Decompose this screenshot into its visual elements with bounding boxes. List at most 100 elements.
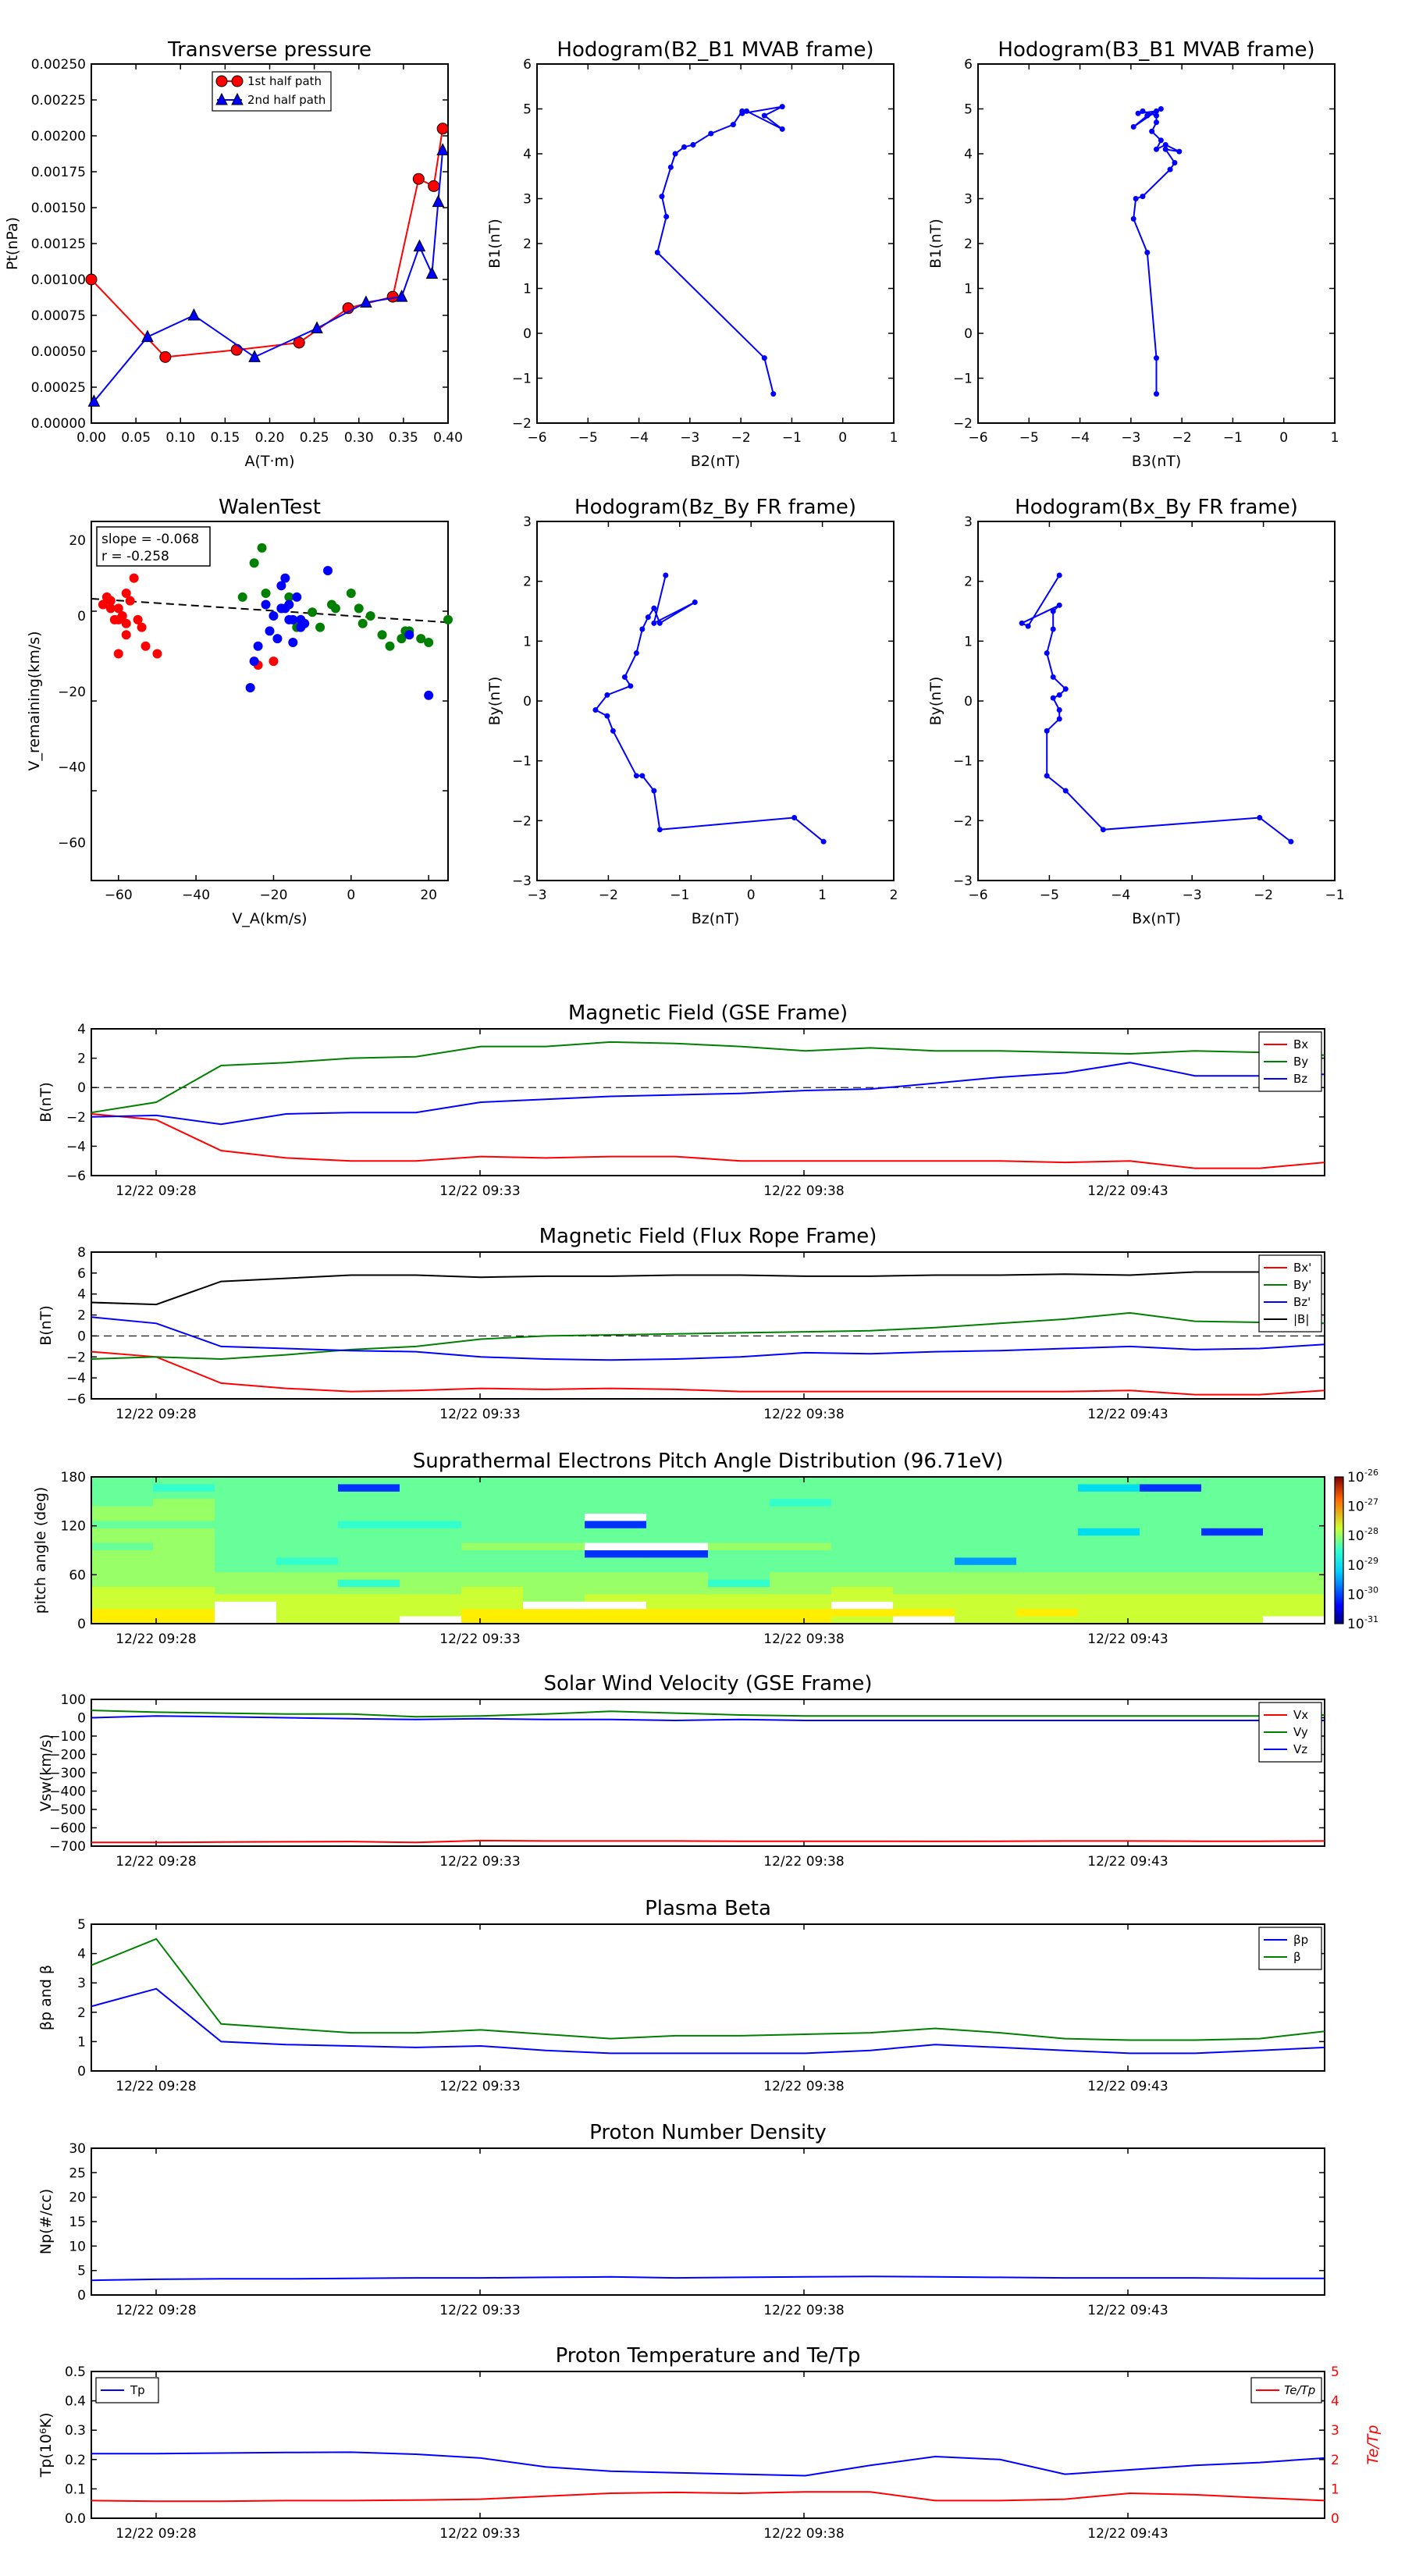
- walen-point-blue: [261, 600, 271, 610]
- walen-point-red: [125, 596, 135, 606]
- beta-panel-frame: [91, 1923, 1325, 2072]
- pad-cell: [831, 1601, 894, 1610]
- bgse-title: Magnetic Field (GSE Frame): [568, 1002, 848, 1025]
- h2-point: [1144, 112, 1151, 119]
- np-xtick-label: 12/22 09:43: [1087, 2303, 1168, 2318]
- pad-cell: [1263, 1542, 1325, 1551]
- h4-panel: Hodogram(Bx_By FR frame) −3 −2 −1 0 1 2 3 −6 −5 −4…: [927, 496, 1345, 927]
- pad-cell: [893, 1579, 955, 1588]
- pad-cell: [708, 1587, 770, 1595]
- vsw-ytick-label: 0: [77, 1711, 86, 1727]
- pad-xtick-label: 12/22 09:38: [763, 1631, 844, 1647]
- vsw-ytick-label: 100: [61, 1692, 86, 1708]
- beta-xtick-label: 12/22 09:43: [1087, 2079, 1168, 2094]
- bfr-legend-label: By': [1293, 1278, 1311, 1292]
- pad-cell: [461, 1535, 524, 1544]
- np-ytick-label: 30: [69, 2141, 86, 2157]
- vsw-xtick-label: 12/22 09:33: [439, 1854, 520, 1870]
- pad-cell: [585, 1499, 647, 1507]
- pad-cell: [400, 1550, 462, 1558]
- bgse-ytick-label: −2: [66, 1110, 86, 1126]
- pad-cell: [1078, 1484, 1140, 1493]
- pad-cell: [400, 1594, 462, 1603]
- bfr-ytick-label: 8: [77, 1245, 86, 1261]
- h2-point: [1154, 119, 1159, 126]
- h1-point: [663, 214, 670, 219]
- tp-left-legend-label: Tp: [130, 2383, 145, 2397]
- tp-xtick-label: 12/22 09:33: [439, 2526, 520, 2542]
- bfr-ytick-label: −2: [66, 1350, 86, 1365]
- pad-cell: [893, 1491, 955, 1500]
- h1-xtick-label: 1: [890, 430, 898, 446]
- pad-colorbar-label: 10: [1347, 1617, 1364, 1632]
- h3-point: [651, 788, 657, 794]
- walen-point-green: [346, 589, 356, 598]
- pad-cell: [523, 1550, 585, 1558]
- pad-cell: [1140, 1514, 1202, 1521]
- vsw-panel-frame: [91, 1699, 1325, 1847]
- pad-cell: [831, 1609, 894, 1617]
- pad-cell: [646, 1542, 709, 1551]
- pad-cell: [461, 1542, 524, 1551]
- pad-cell: [1016, 1535, 1079, 1544]
- pad-cell: [1078, 1491, 1140, 1500]
- pad-cell: [153, 1521, 215, 1529]
- h1-xtick-label: −6: [527, 430, 546, 446]
- pad-cell: [955, 1609, 1017, 1617]
- pad-cell: [338, 1564, 400, 1573]
- pad-cell: [1140, 1594, 1202, 1603]
- pad-cell: [338, 1542, 400, 1551]
- pad-cell: [276, 1594, 339, 1603]
- pad-cell: [955, 1594, 1017, 1603]
- pad-cell: [1201, 1557, 1264, 1566]
- h1-xtick-label: −5: [578, 430, 598, 446]
- pad-cell: [153, 1587, 215, 1595]
- pad-cell: [955, 1572, 1017, 1581]
- pad-cell: [1140, 1579, 1202, 1588]
- pad-cell: [770, 1491, 832, 1500]
- h3-point: [633, 650, 639, 656]
- pad-colorbar-label: 10: [1347, 1470, 1364, 1485]
- walen-panel: WalenTest −60 −40 −20 0 20 −60 −40 −20 0 20 V_A(km/…: [26, 496, 453, 927]
- bfr-ytick-label: 4: [77, 1287, 86, 1303]
- pad-cell: [893, 1557, 955, 1566]
- bgse-ylabel: B(nT): [37, 1082, 55, 1123]
- pad-cell: [955, 1542, 1017, 1551]
- pad-cell: [708, 1601, 770, 1610]
- pad-cell: [955, 1491, 1017, 1500]
- vsw-ytick-label: −500: [49, 1802, 86, 1818]
- walen-ytick-label: −20: [58, 685, 86, 700]
- pad-cell: [276, 1506, 339, 1514]
- tp-right-tick-label: 3: [1331, 2423, 1339, 2439]
- pad-cell: [153, 1491, 215, 1500]
- pad-cell: [400, 1514, 462, 1521]
- h2-point: [1154, 391, 1159, 397]
- pad-cell: [91, 1609, 154, 1617]
- tp-ytick-label: 0.2: [65, 2453, 86, 2468]
- h2-point: [1133, 196, 1139, 201]
- walen-xtick-label: 0: [347, 888, 355, 903]
- pad-cell: [91, 1499, 154, 1507]
- pad-ytick-label: 0: [77, 1617, 86, 1632]
- pad-colorbar-label: 10: [1347, 1528, 1364, 1544]
- pt-xlabel: A(T·m): [245, 453, 295, 470]
- pad-cell: [276, 1601, 339, 1610]
- pad-cell: [831, 1557, 894, 1566]
- pad-cell: [1201, 1609, 1264, 1617]
- beta-legend-box: [1258, 1927, 1322, 1970]
- h2-point: [1154, 146, 1159, 152]
- np-panel-frame: [91, 2147, 1325, 2296]
- pt-xtick-label: 0.35: [389, 430, 418, 446]
- pad-cell: [770, 1528, 832, 1536]
- pad-cell: [831, 1506, 894, 1514]
- pt-point-circle: [159, 350, 172, 363]
- np-ytick-label: 0: [77, 2288, 86, 2304]
- h2-point: [1149, 128, 1155, 134]
- pad-cell: [153, 1477, 215, 1485]
- pad-cell: [1263, 1499, 1325, 1507]
- pad-cell: [1263, 1535, 1325, 1544]
- pt-ytick-label: 0.00150: [31, 201, 86, 216]
- bfr-ytick-label: 6: [77, 1266, 86, 1282]
- pad-cell: [400, 1579, 462, 1588]
- pad-cell: [1140, 1521, 1202, 1529]
